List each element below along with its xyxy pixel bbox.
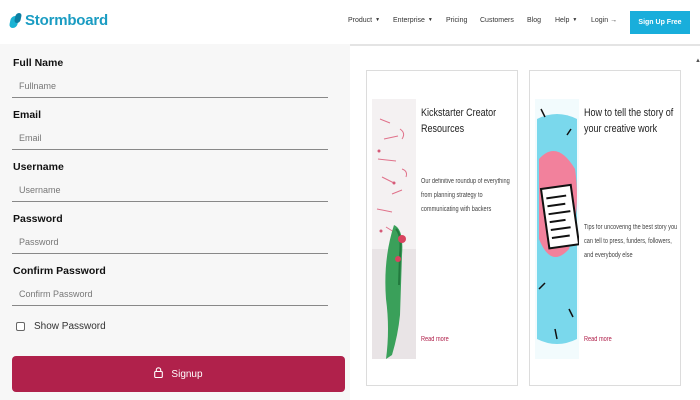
signup-form: Full Name Email Username Password Confir… [0, 44, 350, 400]
username-input[interactable] [12, 178, 328, 202]
nav-item-help[interactable]: Help ▼ [555, 17, 577, 24]
nav-item-label: Pricing [446, 17, 468, 24]
nav-item-label: Product [348, 17, 373, 24]
nav-item-login[interactable]: Login → [591, 17, 617, 24]
nav-item-label: Help [555, 17, 570, 24]
brand-name: Stormboard [25, 12, 109, 29]
top-navbar: Stormboard Product ▼ Enterprise ▼ Pricing … [0, 0, 700, 44]
card-title: Kickstarter Creator Resources [421, 107, 497, 135]
chevron-down-icon: ▼ [375, 17, 381, 23]
nav-item-pricing[interactable]: Pricing [446, 17, 467, 24]
fullname-label: Full Name [13, 57, 64, 69]
card-description: Tips for uncovering the best story you c… [584, 224, 678, 259]
show-password-checkbox[interactable] [16, 322, 25, 331]
resource-card[interactable]: Kickstarter Creator Resources Our defini… [366, 70, 518, 386]
scroll-up-icon[interactable]: ▲ [695, 58, 700, 64]
nav-item-product[interactable]: Product ▼ [348, 17, 380, 24]
card-description: Our definitive roundup of everything fro… [421, 178, 510, 213]
password-label: Password [13, 213, 63, 225]
nav-item-label: Customers [480, 17, 514, 24]
nav-item-label: Blog [527, 17, 542, 24]
story-illustration-image [535, 99, 579, 359]
signup-button-label: Signup [171, 368, 203, 380]
nav-item-label: Enterprise [393, 17, 425, 24]
confirm-password-input[interactable] [12, 282, 328, 306]
signup-button[interactable]: Signup [12, 356, 345, 392]
nav-item-customers[interactable]: Customers [480, 17, 514, 24]
resource-card[interactable]: How to tell the story of your creative w… [529, 70, 681, 386]
chevron-down-icon: ▼ [572, 17, 578, 23]
email-input[interactable] [12, 126, 328, 150]
lock-icon [154, 367, 164, 381]
show-password-toggle[interactable]: Show Password [16, 321, 106, 332]
resource-cards: ▲ Kickstarter Creator Resources Our defi… [350, 46, 700, 400]
stormboard-logo[interactable]: Stormboard [8, 12, 109, 29]
confirm-password-label: Confirm Password [13, 265, 106, 277]
sign-up-free-button[interactable]: Sign Up Free [630, 11, 690, 34]
stormboard-logo-icon [8, 12, 23, 29]
card-title: How to tell the story of your creative w… [584, 107, 674, 135]
username-label: Username [13, 161, 64, 173]
show-password-label: Show Password [34, 321, 106, 332]
whiteboard-image [372, 99, 416, 359]
nav-item-label: Login → [591, 17, 618, 24]
chevron-down-icon: ▼ [427, 17, 433, 23]
read-more-link[interactable]: Read more [421, 336, 449, 343]
fullname-input[interactable] [12, 74, 328, 98]
password-input[interactable] [12, 230, 328, 254]
read-more-link[interactable]: Read more [584, 336, 612, 343]
email-label: Email [13, 109, 42, 121]
nav-item-blog[interactable]: Blog [527, 17, 541, 24]
nav-item-enterprise[interactable]: Enterprise ▼ [393, 17, 433, 24]
